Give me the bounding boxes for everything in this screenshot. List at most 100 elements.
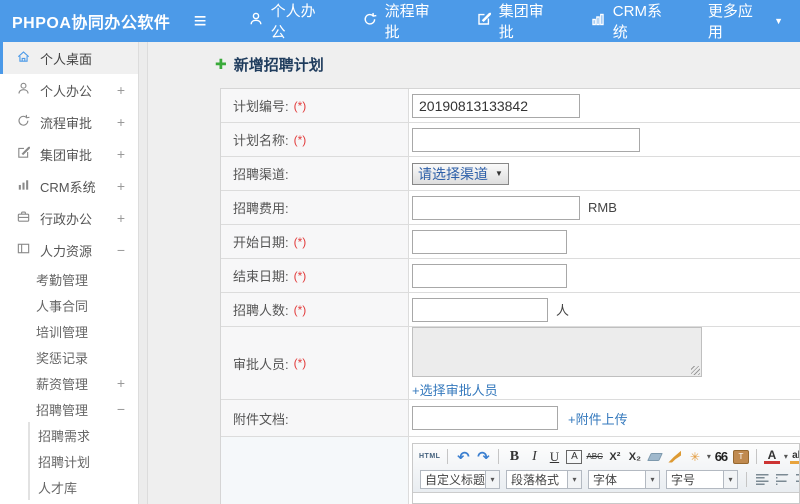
- form-value-plan-number: [409, 89, 800, 122]
- app-logo: PHPOA协同办公软件: [12, 15, 171, 32]
- align-right-icon[interactable]: [794, 471, 799, 489]
- resize-handle-icon[interactable]: [691, 366, 700, 375]
- sidebar-subitem-人事合同[interactable]: 人事合同: [0, 292, 138, 318]
- required-mark: (*): [293, 356, 307, 370]
- expander-icon[interactable]: −: [117, 401, 125, 417]
- topnav-item-2[interactable]: 流程审批: [345, 0, 459, 42]
- form-value-attachment: +附件上传: [409, 400, 800, 436]
- required-mark: (*): [293, 268, 307, 283]
- sidebar-item-CRM系统[interactable]: CRM系统 +: [0, 170, 138, 202]
- expander-icon[interactable]: −: [117, 242, 125, 258]
- topnav-label: 个人办公: [270, 3, 316, 41]
- required-mark: (*): [293, 302, 307, 317]
- expander-icon[interactable]: +: [117, 114, 125, 130]
- sidebar-item-个人办公[interactable]: 个人办公 +: [0, 74, 138, 106]
- form-label-recruit-channel: 招聘渠道:: [221, 157, 409, 190]
- expander-icon[interactable]: +: [117, 82, 125, 98]
- start-date-field[interactable]: [412, 229, 567, 254]
- richtext-editor: HTML↶↷BIUAABCX²X₂✳▾66TA▾ab▾自定义标题▾段落格式▾字体…: [412, 443, 800, 504]
- expander-icon[interactable]: +: [117, 375, 125, 391]
- sidebar-item-label: 人力资源: [40, 243, 93, 259]
- paste-text-icon[interactable]: T: [732, 449, 749, 464]
- custom-title-select[interactable]: 自定义标题 ▾: [420, 470, 500, 489]
- underline-button[interactable]: U: [546, 448, 562, 466]
- align-center-icon-glyph: [775, 474, 789, 485]
- dropdown-label: 字号: [671, 473, 696, 487]
- sidebar-scrollbar[interactable]: [138, 42, 148, 504]
- editor-content-area[interactable]: [413, 492, 799, 503]
- sidebar-subitem-培训管理[interactable]: 培训管理: [0, 318, 138, 344]
- add-icon: ✚: [215, 56, 227, 72]
- bold-button[interactable]: B: [506, 448, 522, 466]
- form-row-recruit-channel: 招聘渠道: 请选择渠道 ▼: [221, 157, 800, 191]
- sidebar-item-集团审批[interactable]: 集团审批 +: [0, 138, 138, 170]
- topnav-item-5[interactable]: 更多应用 ▼: [691, 0, 800, 42]
- subscript-button[interactable]: X₂: [627, 448, 643, 466]
- sidebar-subitem-招聘管理[interactable]: 招聘管理 −: [0, 396, 138, 422]
- eraser-icon[interactable]: [647, 448, 663, 466]
- topnav-label: 流程审批: [384, 3, 430, 41]
- top-nav: 个人办公 流程审批 集团审批 CRM系统 更多应用 ▼: [231, 0, 800, 42]
- strikethrough-button[interactable]: ABC: [586, 448, 602, 466]
- sidebar-subitem-招聘计划[interactable]: 招聘计划: [30, 448, 138, 474]
- workflow-icon: [16, 113, 40, 131]
- sidebar: 个人桌面 个人办公 + 流程审批 + 集团审批 + CRM系统 + 行政办公 + 人力资源 − 考勤管理…: [0, 42, 138, 504]
- topnav-item-3[interactable]: 集团审批: [459, 0, 573, 42]
- topnav-item-4[interactable]: CRM系统: [573, 0, 691, 42]
- sidebar-subitem-人才库[interactable]: 人才库: [30, 474, 138, 500]
- end-date-field[interactable]: [412, 263, 567, 288]
- plan-name-field[interactable]: [412, 127, 640, 152]
- attachment-field[interactable]: [412, 406, 558, 430]
- sidebar-item-行政办公[interactable]: 行政办公 +: [0, 202, 138, 234]
- toolbar-row-2: 自定义标题▾段落格式▾字体▾字号▾∞∞: [417, 468, 799, 491]
- font-family-select[interactable]: 字体 ▾: [588, 470, 660, 489]
- sidebar-item-个人桌面[interactable]: 个人桌面: [0, 42, 138, 74]
- menu-toggle-icon[interactable]: ≡: [194, 0, 207, 42]
- workflow-icon: [362, 11, 378, 31]
- caret-down-icon: ▾: [706, 452, 711, 461]
- sidebar-subitem-考勤管理[interactable]: 考勤管理: [0, 266, 138, 292]
- recruit-cost-field[interactable]: [412, 195, 580, 220]
- blockquote-button[interactable]: 66: [713, 448, 729, 466]
- char-border-button[interactable]: A: [566, 449, 583, 464]
- sidebar-item-label: 集团审批: [40, 147, 93, 163]
- undo-icon[interactable]: ↶: [455, 448, 471, 466]
- plan-number-field[interactable]: [412, 93, 580, 118]
- form-value-plan-name: [409, 123, 800, 156]
- sidebar-subitem-招聘需求[interactable]: 招聘需求: [30, 422, 138, 448]
- redo-icon[interactable]: ↷: [475, 448, 491, 466]
- book-icon: [16, 241, 40, 259]
- topnav-item-1[interactable]: 个人办公: [231, 0, 345, 42]
- sidebar-item-label: 行政办公: [40, 211, 93, 227]
- approver-textarea[interactable]: [412, 327, 702, 377]
- unit-label: 人: [556, 303, 570, 318]
- align-left-icon[interactable]: [754, 471, 770, 489]
- source-code-button[interactable]: HTML: [419, 448, 440, 466]
- toolbar-separator: [746, 472, 747, 487]
- autotypeset-icon[interactable]: ✳: [687, 448, 703, 466]
- recruit-channel-select[interactable]: 请选择渠道 ▼: [412, 162, 509, 185]
- field-label: 计划编号:: [233, 99, 289, 114]
- headcount-field[interactable]: [412, 297, 548, 322]
- align-center-icon[interactable]: [774, 471, 790, 489]
- sidebar-item-人力资源[interactable]: 人力资源 −: [0, 234, 138, 266]
- font-color-button[interactable]: A: [763, 448, 780, 464]
- caret-down-icon: ▾: [723, 471, 737, 488]
- expander-icon[interactable]: +: [117, 178, 125, 194]
- paragraph-format-select[interactable]: 段落格式 ▾: [506, 470, 582, 489]
- attachment-upload-link[interactable]: +附件上传: [568, 409, 628, 428]
- select-approver-link[interactable]: +选择审批人员: [412, 380, 498, 399]
- sidebar-subitem-奖惩记录[interactable]: 奖惩记录: [0, 344, 138, 370]
- sidebar-item-流程审批[interactable]: 流程审批 +: [0, 106, 138, 138]
- expander-icon[interactable]: +: [117, 146, 125, 162]
- sidebar-subitem-label: 薪资管理: [36, 376, 89, 392]
- form-row-start-date: 开始日期: (*): [221, 225, 800, 259]
- recruit-plan-form: 计划编号: (*) 计划名称: (*) 招聘渠道: 请选择渠道 ▼ 招聘费用: RMB 开始日期:…: [220, 88, 800, 504]
- font-size-select[interactable]: 字号 ▾: [666, 470, 738, 489]
- expander-icon[interactable]: +: [117, 210, 125, 226]
- format-brush-icon[interactable]: [667, 448, 683, 466]
- highlight-button[interactable]: ab: [789, 449, 799, 464]
- superscript-button[interactable]: X²: [607, 448, 623, 466]
- italic-button[interactable]: I: [526, 448, 542, 466]
- sidebar-subitem-薪资管理[interactable]: 薪资管理 +: [0, 370, 138, 396]
